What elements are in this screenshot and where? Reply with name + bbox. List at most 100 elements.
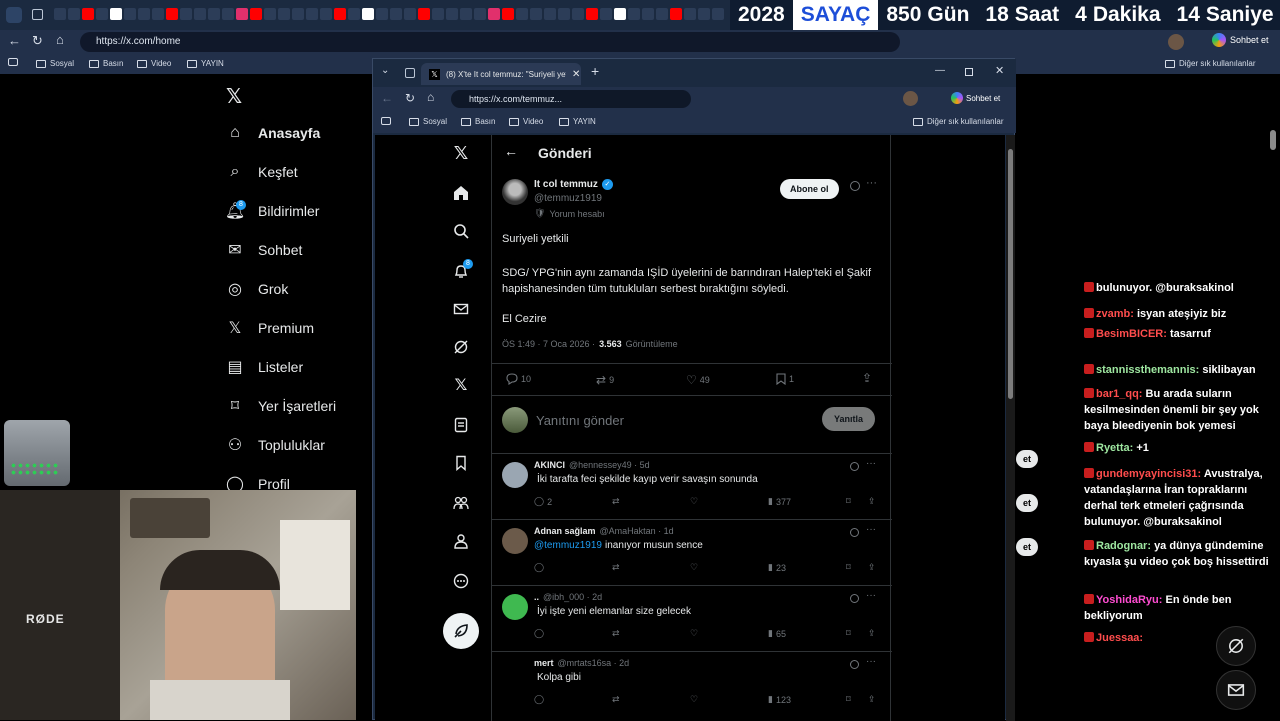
nav-item-premium[interactable]: 𝕏 Premium	[226, 319, 314, 337]
reply-author[interactable]: ..	[534, 592, 539, 602]
share-action[interactable]: ⇪	[868, 496, 876, 507]
reply-author[interactable]: mert	[534, 658, 554, 668]
reply-handle[interactable]: @hennessey49 · 5d	[569, 460, 650, 470]
fav-basin[interactable]: Basın	[461, 117, 495, 126]
pinned-tab-icon[interactable]	[628, 8, 640, 20]
grok-icon[interactable]	[850, 181, 860, 191]
pinned-tab-icon[interactable]	[138, 8, 150, 20]
pinned-tab-icon[interactable]	[558, 8, 570, 20]
chat-username[interactable]: Ryetta:	[1096, 442, 1133, 454]
reply-avatar[interactable]	[502, 528, 528, 554]
pinned-tab-icon[interactable]	[208, 8, 220, 20]
pinned-tab-icon[interactable]	[712, 8, 724, 20]
pinned-tab-icon[interactable]	[376, 8, 388, 20]
author-handle[interactable]: @temmuz1919	[534, 193, 602, 204]
nav-item-listeler[interactable]: ▤ Listeler	[226, 358, 303, 376]
bookmark-action[interactable]: ⌑	[846, 496, 851, 507]
nav-item-keşfet[interactable]: ⌕ Keşfet	[226, 163, 298, 181]
repost-action[interactable]: ⇄ 9	[596, 373, 614, 387]
pinned-tab-icon[interactable]	[180, 8, 192, 20]
pinned-tab-icon[interactable]	[670, 8, 682, 20]
repost-action[interactable]: ⇄	[612, 496, 620, 507]
share-action[interactable]: ⇪	[868, 562, 876, 573]
communities-icon[interactable]	[451, 493, 471, 513]
favorites-icon[interactable]	[8, 58, 18, 66]
fav-other[interactable]: Diğer sık kullanılanlar	[913, 117, 1003, 126]
like-action[interactable]: ♡	[690, 694, 698, 705]
pinned-tab-icon[interactable]	[474, 8, 486, 20]
pinned-tab-icon[interactable]	[642, 8, 654, 20]
repost-action[interactable]: ⇄	[612, 628, 620, 639]
copilot-chat-button[interactable]: Sohbet et	[1212, 33, 1269, 47]
pinned-tab-icon[interactable]	[166, 8, 178, 20]
pinned-tab-icon[interactable]	[278, 8, 290, 20]
pinned-tab-icon[interactable]	[334, 8, 346, 20]
chat-username[interactable]: gundemyayincisi31:	[1096, 468, 1201, 480]
pinned-tab-icon[interactable]	[348, 8, 360, 20]
pinned-tab-icon[interactable]	[432, 8, 444, 20]
refresh-icon[interactable]: ↻	[405, 91, 415, 105]
minimize-icon[interactable]: —	[935, 65, 945, 76]
x-logo[interactable]: 𝕏	[226, 84, 242, 109]
profile-avatar[interactable]	[903, 91, 918, 106]
views-action[interactable]: ▮ 123	[768, 694, 791, 705]
grok-icon[interactable]	[850, 462, 859, 471]
views-action[interactable]: ▮ 377	[768, 496, 791, 507]
scrollbar[interactable]	[1006, 135, 1015, 721]
back-icon[interactable]: ←	[8, 33, 21, 48]
back-icon[interactable]: ←	[381, 91, 393, 105]
chevron-down-icon[interactable]: ⌄	[381, 65, 389, 76]
more-icon[interactable]	[451, 571, 471, 591]
pinned-tab-icon[interactable]	[600, 8, 612, 20]
reply-action[interactable]: ◯	[534, 562, 547, 573]
like-action[interactable]: ♡	[690, 562, 698, 573]
background-follow-button[interactable]: et	[1016, 494, 1038, 512]
repost-action[interactable]: ⇄	[612, 694, 620, 705]
refresh-icon[interactable]: ↻	[32, 33, 43, 49]
new-tab-icon[interactable]: +	[591, 63, 599, 79]
inner-url-field[interactable]: https://x.com/temmuz...	[451, 90, 691, 108]
pinned-tab-icon[interactable]	[264, 8, 276, 20]
fav-basin[interactable]: Basın	[89, 59, 123, 68]
chat-username[interactable]: Radognar:	[1096, 540, 1151, 552]
pinned-tab-icon[interactable]	[250, 8, 262, 20]
views-action[interactable]: ▮ 65	[768, 628, 786, 639]
fav-video[interactable]: Video	[509, 117, 543, 126]
pinned-tab-icon[interactable]	[530, 8, 542, 20]
background-follow-button[interactable]: et	[1016, 450, 1038, 468]
outer-scrollbar-thumb[interactable]	[1270, 130, 1276, 150]
bookmark-action[interactable]: ⌑	[846, 694, 851, 705]
grok-icon[interactable]	[850, 594, 859, 603]
reply-avatar[interactable]	[502, 594, 528, 620]
reply-mention[interactable]: @temmuz1919	[534, 540, 602, 551]
more-options-icon[interactable]: ···	[866, 177, 877, 189]
pinned-tab-icon[interactable]	[488, 8, 500, 20]
reply-avatar[interactable]	[502, 660, 528, 686]
copilot-chat-button[interactable]: Sohbet et	[951, 92, 1000, 104]
fav-yayin[interactable]: YAYIN	[559, 117, 596, 126]
author-avatar[interactable]	[502, 179, 528, 205]
messages-button[interactable]	[1216, 670, 1256, 710]
reply-avatar[interactable]	[502, 462, 528, 488]
chat-username[interactable]: stannissthemannis:	[1096, 364, 1199, 376]
list-icon[interactable]	[451, 415, 471, 435]
pinned-tab-icon[interactable]	[544, 8, 556, 20]
pinned-tab-icon[interactable]	[446, 8, 458, 20]
grok-button[interactable]	[1216, 626, 1256, 666]
reply-submit-button[interactable]: Yanıtla	[822, 407, 876, 431]
pinned-tab-icon[interactable]	[404, 8, 416, 20]
favorites-icon[interactable]	[381, 117, 391, 125]
chat-username[interactable]: Juessaa:	[1096, 632, 1143, 644]
reply-handle[interactable]: @mrtats16sa · 2d	[558, 658, 630, 668]
profile-icon[interactable]	[451, 531, 471, 551]
reply-input[interactable]: Yanıtını gönder	[536, 413, 624, 428]
nav-item-yer-i̇şaretleri[interactable]: ⌑ Yer İşaretleri	[226, 397, 336, 415]
bookmark-icon[interactable]	[451, 453, 471, 473]
chat-username[interactable]: zvamb:	[1096, 308, 1134, 320]
bookmark-action[interactable]: ⌑	[846, 628, 851, 639]
author-name[interactable]: It col temmuz	[534, 179, 598, 190]
pinned-tab-icon[interactable]	[656, 8, 668, 20]
close-tab-icon[interactable]: ✕	[572, 69, 580, 80]
nav-item-topluluklar[interactable]: ⚇ Topluluklar	[226, 436, 325, 454]
bookmark-action[interactable]: ⌑	[846, 562, 851, 573]
